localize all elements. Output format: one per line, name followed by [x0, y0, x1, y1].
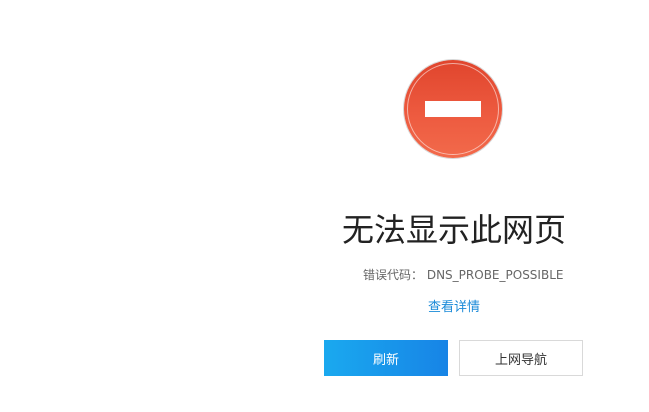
- navigation-button[interactable]: 上网导航: [459, 340, 583, 376]
- error-code-label: 错误代码：: [363, 268, 424, 282]
- page-title: 无法显示此网页: [342, 211, 567, 249]
- no-entry-bar: [425, 101, 481, 117]
- error-code-value: DNS_PROBE_POSSIBLE: [426, 268, 564, 282]
- no-entry-icon: [404, 60, 502, 158]
- error-page: 无法显示此网页 错误代码： DNS_PROBE_POSSIBLE 查看详情 刷新…: [0, 0, 649, 412]
- refresh-button[interactable]: 刷新: [324, 340, 448, 376]
- error-code: 错误代码： DNS_PROBE_POSSIBLE: [363, 266, 563, 284]
- details-link[interactable]: 查看详情: [428, 298, 480, 318]
